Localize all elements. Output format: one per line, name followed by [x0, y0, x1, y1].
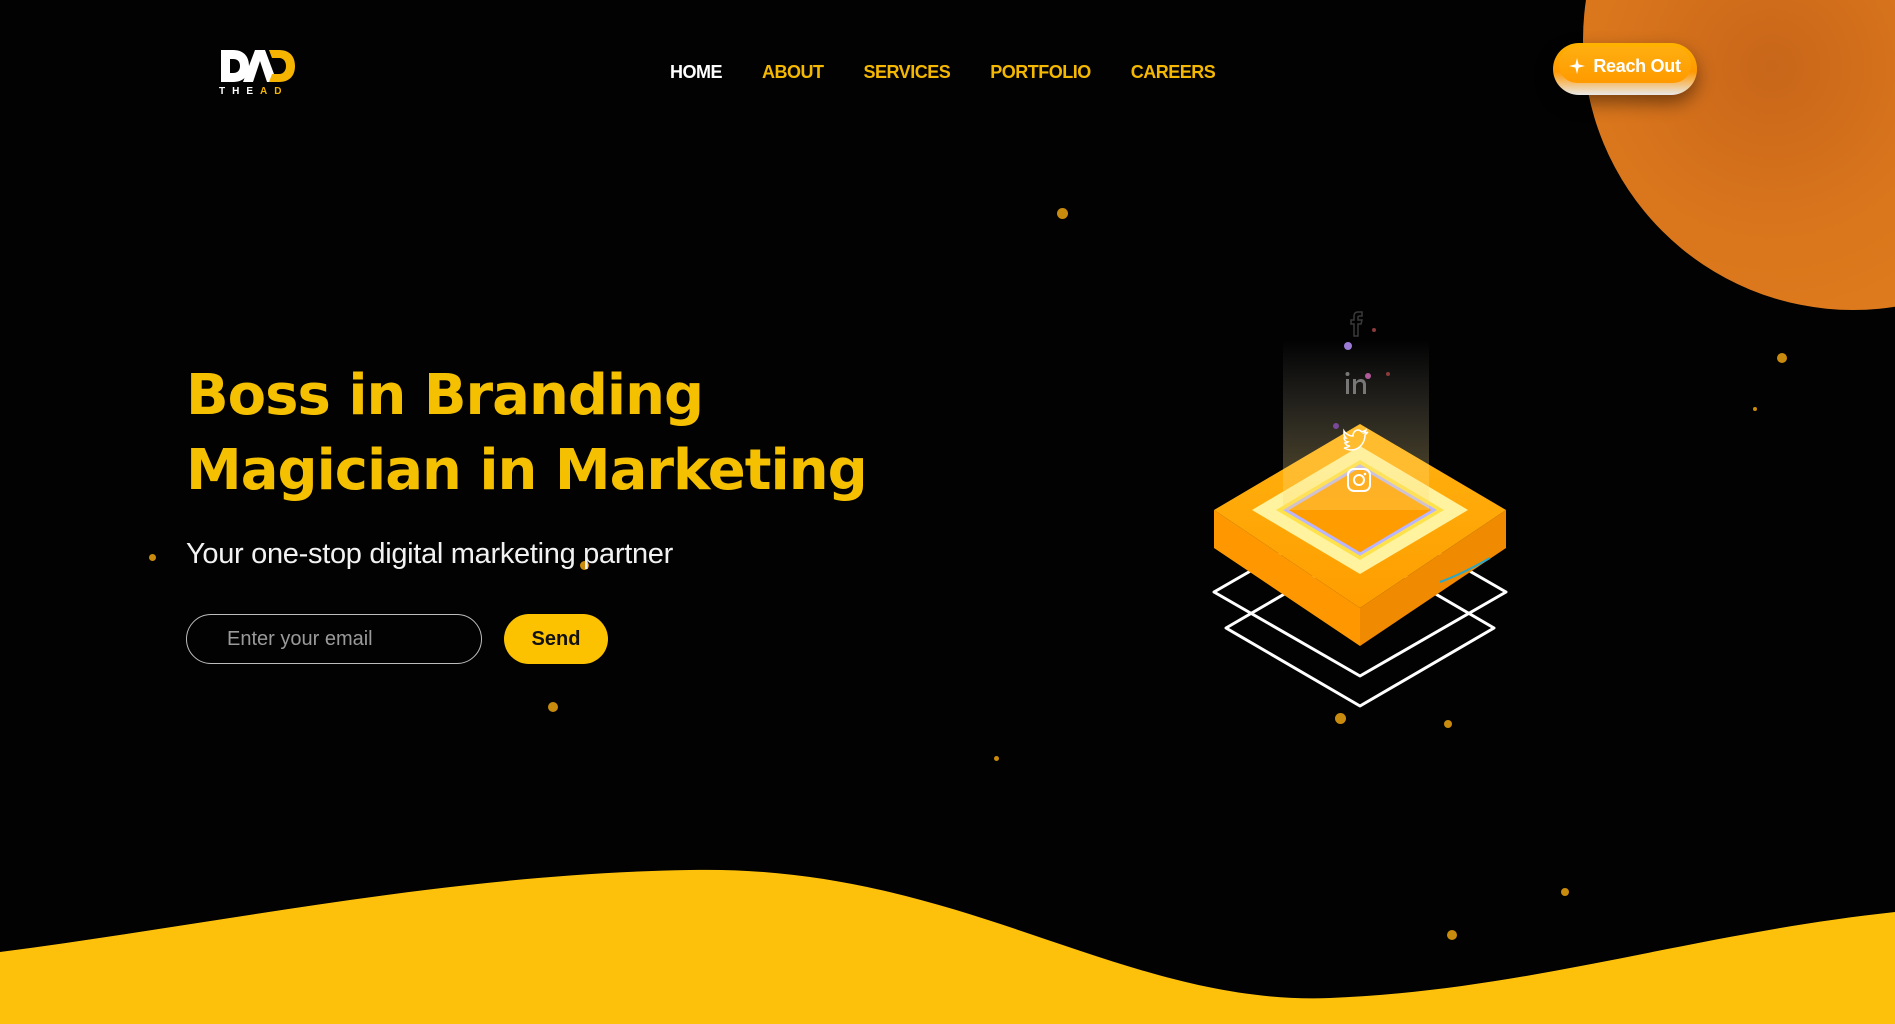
nav-item-services[interactable]: SERVICES	[864, 62, 951, 83]
nav-item-careers[interactable]: CAREERS	[1131, 62, 1216, 83]
logo-word-the: THE	[219, 86, 260, 97]
reach-out-content: Reach Out	[1569, 55, 1681, 77]
facebook-icon	[1350, 311, 1363, 337]
reach-out-label: Reach Out	[1593, 55, 1681, 76]
beam-particle	[1372, 328, 1376, 332]
particle-dot	[1444, 720, 1452, 728]
particle-dot	[1057, 208, 1068, 219]
beam-particle	[1386, 372, 1390, 376]
isometric-platform-illustration	[1212, 311, 1508, 708]
beam-particle	[1365, 373, 1371, 379]
reach-out-button[interactable]: Reach Out	[1553, 43, 1697, 95]
decorative-yellow-wave	[0, 869, 1895, 1024]
particle-dot	[548, 702, 558, 712]
particle-dot	[1447, 930, 1457, 940]
beam-particle	[1333, 423, 1339, 429]
hero-title: Boss in Branding Magician in Marketing	[186, 358, 868, 508]
logo-wordmark: THEAD	[219, 86, 288, 97]
nav-item-home[interactable]: HOME	[670, 62, 723, 83]
particle-dot	[149, 554, 156, 561]
particle-dot	[1753, 407, 1757, 411]
main-nav: HOME ABOUT SERVICES PORTFOLIO CAREERS	[670, 62, 1255, 83]
hero-title-line-2: Magician in Marketing	[186, 438, 868, 503]
particle-dot	[1561, 888, 1569, 896]
landing-page: THEAD HOME ABOUT SERVICES PORTFOLIO CARE…	[0, 0, 1895, 1024]
hero-subtitle: Your one-stop digital marketing partner	[186, 538, 673, 570]
brand-logo[interactable]: THEAD	[219, 46, 295, 100]
hero-title-line-1: Boss in Branding	[186, 363, 704, 428]
email-field[interactable]	[186, 614, 482, 664]
logo-mark-icon	[221, 50, 295, 82]
particle-dot	[1777, 353, 1787, 363]
beam-particle	[1344, 342, 1352, 350]
logo-word-ad: AD	[260, 86, 289, 97]
nav-item-portfolio[interactable]: PORTFOLIO	[990, 62, 1091, 83]
nav-item-about[interactable]: ABOUT	[762, 62, 824, 83]
send-button[interactable]: Send	[504, 614, 608, 664]
particle-dot	[994, 756, 999, 761]
sparkle-icon	[1569, 58, 1586, 74]
